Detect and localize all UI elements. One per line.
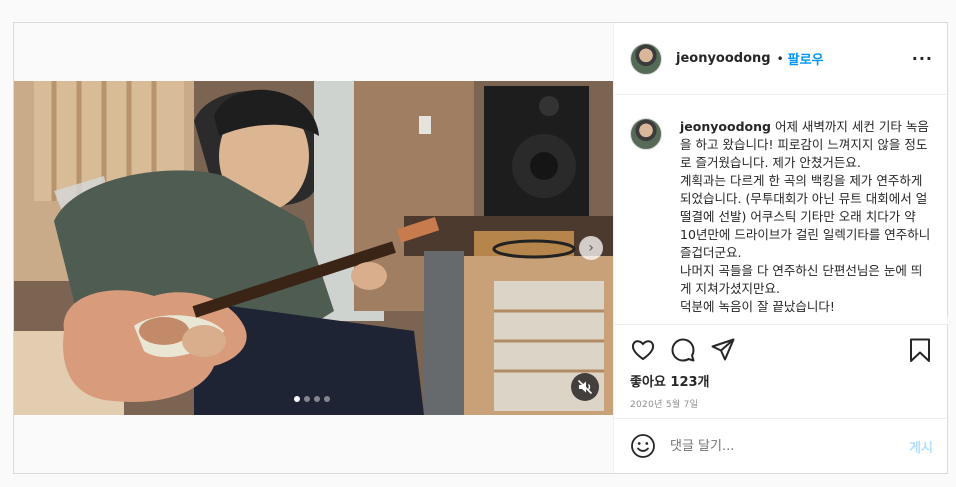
next-slide-button[interactable]: ›	[579, 236, 603, 260]
author-username[interactable]: jeonyoodong	[676, 51, 771, 66]
emoji-icon[interactable]	[630, 433, 656, 459]
like-count[interactable]: 좋아요 123개	[630, 371, 710, 390]
video-frame-image	[14, 81, 613, 415]
comment-input[interactable]	[670, 438, 910, 454]
post-comment-button[interactable]: 게시	[909, 437, 933, 456]
caption-body: 어제 새벽까지 세컨 기타 녹음을 하고 왔습니다! 피로감이 느껴지지 않을 …	[680, 119, 931, 314]
caption-avatar[interactable]	[630, 118, 662, 150]
scroll-fade	[614, 314, 949, 324]
caption-text: jeonyoodong 어제 새벽까지 세컨 기타 녹음을 하고 왔습니다! 피…	[680, 118, 933, 324]
bookmark-icon[interactable]	[907, 337, 933, 363]
avatar[interactable]	[630, 42, 662, 75]
add-comment-bar: 게시	[614, 418, 949, 473]
action-icons	[630, 337, 933, 363]
post-header: jeonyoodong • 팔로우 ···	[614, 23, 949, 95]
separator-dot: •	[776, 51, 784, 66]
slide-dot	[324, 396, 330, 402]
post-actions: 좋아요 123개 2020년 5월 7일	[614, 324, 949, 417]
post-video[interactable]: ›	[14, 81, 613, 415]
comments-area[interactable]: jeonyoodong 어제 새벽까지 세컨 기타 녹음을 하고 왔습니다! 피…	[614, 96, 949, 324]
muted-speaker-icon	[577, 379, 593, 395]
heart-icon[interactable]	[630, 337, 656, 363]
chevron-right-icon: ›	[588, 240, 594, 256]
comment-icon[interactable]	[670, 337, 696, 363]
post-date[interactable]: 2020년 5월 7일	[630, 397, 698, 410]
follow-button[interactable]: 팔로우	[788, 49, 824, 68]
more-horizontal-icon[interactable]: ···	[912, 51, 933, 67]
send-icon[interactable]	[710, 337, 736, 363]
slide-indicator	[294, 396, 330, 402]
slide-dot	[304, 396, 310, 402]
slide-dot-active	[294, 396, 300, 402]
caption-username[interactable]: jeonyoodong	[680, 119, 771, 134]
slide-dot	[314, 396, 320, 402]
post-card: › jeonyoodong • 팔로우 ··· jeonyoodong 어제 새…	[13, 22, 949, 474]
post-media: ›	[14, 23, 613, 473]
post-details-panel: jeonyoodong • 팔로우 ··· jeonyoodong 어제 새벽까…	[613, 23, 949, 473]
mute-button[interactable]	[571, 373, 599, 401]
